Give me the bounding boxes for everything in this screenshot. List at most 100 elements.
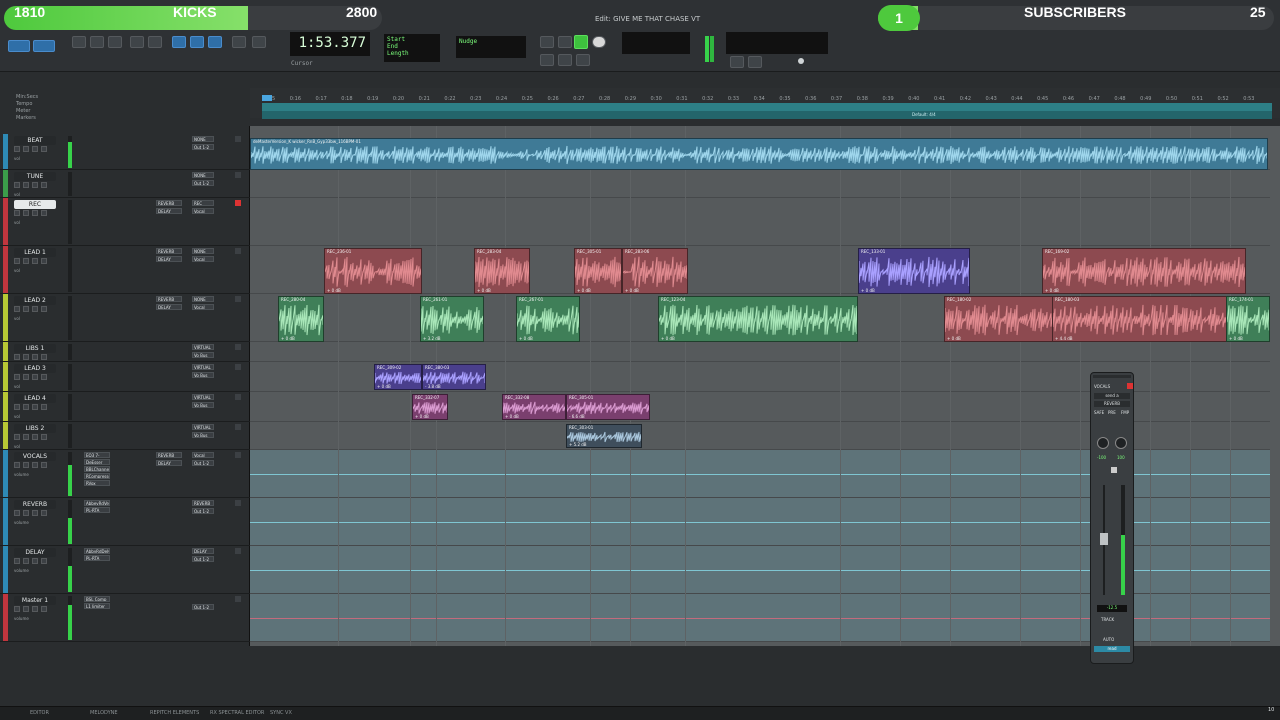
view-selector[interactable]: vol — [14, 444, 20, 449]
input-monitor-button[interactable] — [23, 146, 29, 152]
record-enable-icon[interactable] — [235, 424, 241, 430]
track-name[interactable]: LIBS 2 — [14, 424, 56, 433]
bottom-bar-item[interactable]: EDITOR — [30, 710, 49, 716]
input-monitor-button[interactable] — [23, 434, 29, 440]
record-arm-button[interactable] — [14, 374, 20, 380]
input-selector[interactable]: VIRTUAL — [192, 364, 214, 370]
input-monitor-button[interactable] — [23, 258, 29, 264]
audio-clip[interactable]: REC_309-02 + 0 dB — [374, 364, 422, 390]
send-destination[interactable]: REVERB — [1094, 401, 1130, 407]
output-selector[interactable]: Vo Bus — [192, 432, 214, 438]
insert-slot[interactable]: PL-RTA — [84, 555, 110, 561]
clip-gain[interactable]: + 0 dB — [861, 288, 875, 293]
track-name[interactable]: LEAD 3 — [14, 364, 56, 373]
audio-clip[interactable]: REC_123-04 + 0 dB — [658, 296, 858, 342]
hand-tool-button[interactable] — [130, 36, 144, 48]
stop-button[interactable] — [558, 36, 572, 48]
clip-gain[interactable]: + 0 dB — [327, 288, 341, 293]
track-name[interactable]: Master 1 — [14, 596, 56, 605]
main-counter[interactable]: 1:53.377 — [290, 32, 370, 56]
zoomer-tool-icon[interactable] — [148, 36, 162, 48]
input-monitor-button[interactable] — [23, 306, 29, 312]
clip-gain[interactable]: + 0 dB — [415, 414, 429, 419]
audio-clip[interactable]: REC_380-03 - 3.8 dB — [422, 364, 486, 390]
clip-gain[interactable]: + 0 dB — [625, 288, 639, 293]
grid-display[interactable] — [726, 32, 828, 54]
mute-button[interactable] — [41, 210, 47, 216]
mute-button[interactable] — [41, 558, 47, 564]
input-selector[interactable]: NONE — [192, 248, 214, 254]
mute-button[interactable] — [41, 462, 47, 468]
record-arm-button[interactable] — [14, 404, 20, 410]
solo-button[interactable] — [32, 434, 38, 440]
zoom-out-button[interactable] — [108, 36, 122, 48]
track-header[interactable]: REC vol REVERB DELAY REC Vocal Bus — [0, 198, 250, 246]
input-monitor-button[interactable] — [23, 558, 29, 564]
record-enable-icon[interactable] — [235, 172, 241, 178]
pre-button[interactable]: PRE — [1108, 410, 1118, 416]
view-selector[interactable]: vol — [14, 384, 20, 389]
meter-ruler[interactable]: Default: 4/4 — [262, 111, 1272, 119]
grabber-tool-button[interactable] — [208, 36, 222, 48]
mute-button[interactable] — [41, 510, 47, 516]
clip-gain[interactable]: + 0 dB — [577, 288, 591, 293]
record-arm-button[interactable] — [14, 434, 20, 440]
record-enable-icon[interactable] — [235, 296, 241, 302]
link-icon[interactable] — [748, 56, 762, 68]
send-slot[interactable]: DELAY — [156, 304, 182, 310]
send-slot[interactable]: DELAY — [156, 208, 182, 214]
input-monitor-button[interactable] — [23, 606, 29, 612]
record-button[interactable] — [592, 36, 606, 48]
clip-gain[interactable]: - 3.8 dB — [425, 384, 441, 389]
input-selector[interactable]: VIRTUAL — [192, 424, 214, 430]
audio-clip[interactable]: REC_305-01 - 6.6 dB — [566, 394, 650, 420]
track-name[interactable]: LEAD 4 — [14, 394, 56, 403]
search-icon[interactable] — [730, 56, 744, 68]
output-selector[interactable]: Out 1-2 — [192, 180, 214, 186]
pan-right-knob[interactable] — [1115, 437, 1127, 449]
record-enable-icon[interactable] — [235, 136, 241, 142]
mode-shuffle-button[interactable] — [8, 40, 30, 52]
record-arm-button[interactable] — [14, 306, 20, 312]
output-selector[interactable]: Out 1-2 — [192, 556, 214, 562]
input-selector[interactable]: NONE — [192, 172, 214, 178]
nudge-display[interactable]: Nudge — [456, 36, 526, 58]
record-arm-button[interactable] — [14, 354, 20, 360]
zoom-toggle-button[interactable] — [72, 36, 86, 48]
view-selector[interactable]: volume — [14, 520, 29, 525]
bottom-bar-item[interactable]: SYNC VX — [270, 710, 292, 716]
view-selector[interactable]: volume — [14, 472, 29, 477]
mode-slip-button[interactable] — [33, 40, 55, 52]
mute-button[interactable] — [41, 182, 47, 188]
track-header[interactable]: LEAD 1 vol REVERB DELAY NONE Vocal Bus — [0, 246, 250, 294]
input-monitor-button[interactable] — [23, 404, 29, 410]
output-selector[interactable]: Vocal Bus — [192, 304, 214, 310]
tempo-ruler[interactable] — [262, 103, 1272, 111]
track-header[interactable]: LEAD 3 vol VIRTUAL Vo Bus — [0, 362, 250, 392]
track-name[interactable]: VOCALS — [14, 452, 56, 461]
record-arm-button[interactable] — [14, 258, 20, 264]
rewind-button[interactable] — [540, 54, 554, 66]
send-slot[interactable]: REVERB — [156, 248, 182, 254]
send-selector[interactable]: send a — [1094, 393, 1130, 399]
record-arm-button[interactable] — [14, 462, 20, 468]
record-arm-button[interactable] — [14, 210, 20, 216]
go-to-end-button[interactable] — [576, 54, 590, 66]
bottom-bar-item[interactable]: RX SPECTRAL EDITOR — [210, 710, 264, 716]
track-header[interactable]: TUNE vol NONE Out 1-2 — [0, 170, 250, 198]
clip-gain[interactable]: + 3.2 dB — [423, 336, 441, 341]
insert-slot[interactable]: L1 limiter — [84, 603, 110, 609]
track-header[interactable]: VOCALSvolumeEQ3 7-BandDeEsserBBLChannelR… — [0, 450, 250, 498]
tempo-display[interactable] — [622, 32, 690, 54]
send-slot[interactable]: REVERB — [156, 296, 182, 302]
automation-mode[interactable]: read — [1094, 646, 1130, 652]
trim-tool-button[interactable] — [172, 36, 186, 48]
input-selector[interactable]: VIRTUAL — [192, 394, 214, 400]
solo-button[interactable] — [32, 210, 38, 216]
pan-left-knob[interactable] — [1097, 437, 1109, 449]
audio-clip[interactable]: REC_332-08 + 0 dB — [502, 394, 566, 420]
view-selector[interactable]: volume — [14, 568, 29, 573]
zoom-in-button[interactable] — [90, 36, 104, 48]
output-selector[interactable]: Out 1-2 — [192, 144, 214, 150]
insert-slot[interactable]: EQ3 7-Band — [84, 452, 110, 458]
